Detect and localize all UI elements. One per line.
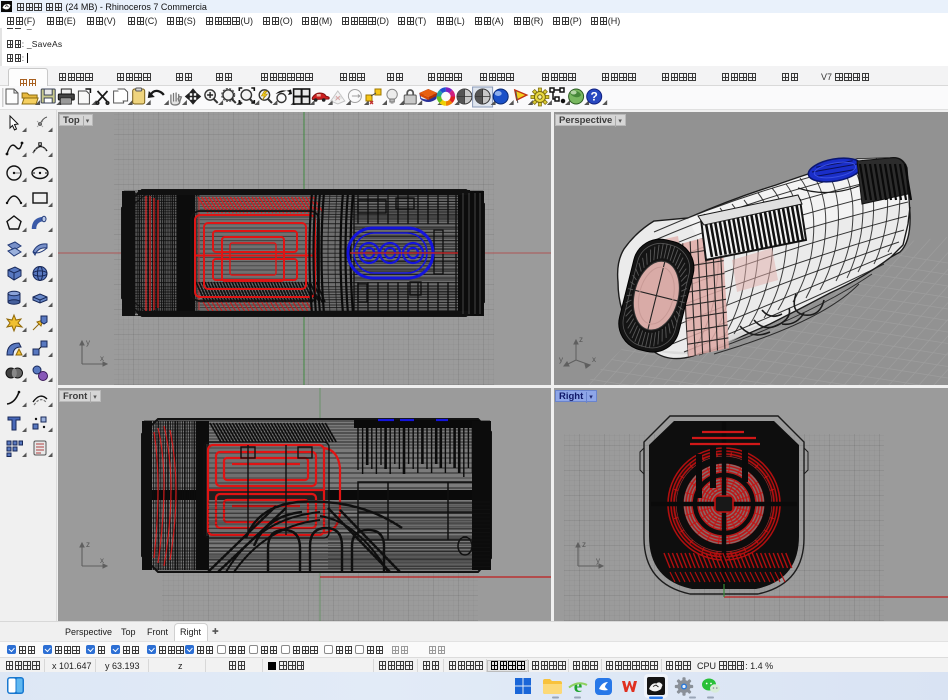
svg-text:y: y <box>86 338 90 347</box>
svg-text:y: y <box>559 355 563 364</box>
svg-text:z: z <box>86 540 90 549</box>
svg-text:x: x <box>100 354 104 363</box>
svg-text:z: z <box>579 335 583 344</box>
svg-text:?: ? <box>591 90 598 104</box>
svg-text:y: y <box>596 556 600 565</box>
svg-text:e: e <box>574 676 582 697</box>
svg-text:x: x <box>592 355 596 364</box>
svg-text:z: z <box>582 540 586 549</box>
svg-text:x: x <box>100 556 104 565</box>
